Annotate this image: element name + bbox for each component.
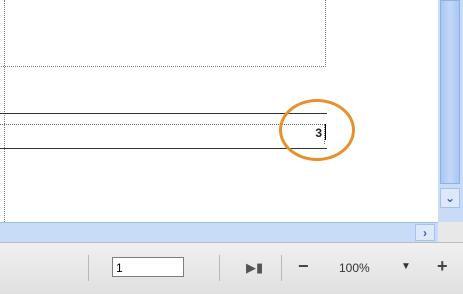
status-bar: ▶▮ − 100% ▼ + — [0, 242, 463, 294]
highlight-circle — [279, 99, 355, 161]
report-section-frame — [0, 0, 326, 67]
divider-line — [0, 113, 327, 114]
status-separator — [281, 255, 282, 281]
page-number-input[interactable] — [112, 257, 184, 277]
scrollbar-corner — [438, 222, 463, 242]
chevron-down-icon: ⌄ — [444, 191, 456, 205]
go-to-page-icon[interactable]: ▶▮ — [246, 260, 263, 276]
chevron-right-icon: › — [423, 225, 427, 240]
zoom-dropdown-icon[interactable]: ▼ — [401, 261, 411, 272]
text-field-box[interactable]: 3 — [0, 124, 326, 144]
status-separator — [88, 255, 89, 281]
vertical-scroll-thumb[interactable] — [440, 0, 460, 184]
document-canvas[interactable]: 3 — [0, 0, 438, 222]
zoom-level-value[interactable]: 100% — [339, 261, 370, 275]
status-separator — [219, 255, 220, 281]
scroll-right-button[interactable]: › — [415, 224, 435, 241]
horizontal-scrollbar[interactable]: › — [0, 222, 438, 243]
zoom-in-button[interactable]: + — [437, 256, 448, 277]
zoom-out-button[interactable]: − — [298, 256, 309, 277]
divider-line — [0, 148, 327, 149]
vertical-scrollbar[interactable]: ⌄ — [438, 0, 463, 222]
scroll-down-button[interactable]: ⌄ — [440, 188, 460, 208]
